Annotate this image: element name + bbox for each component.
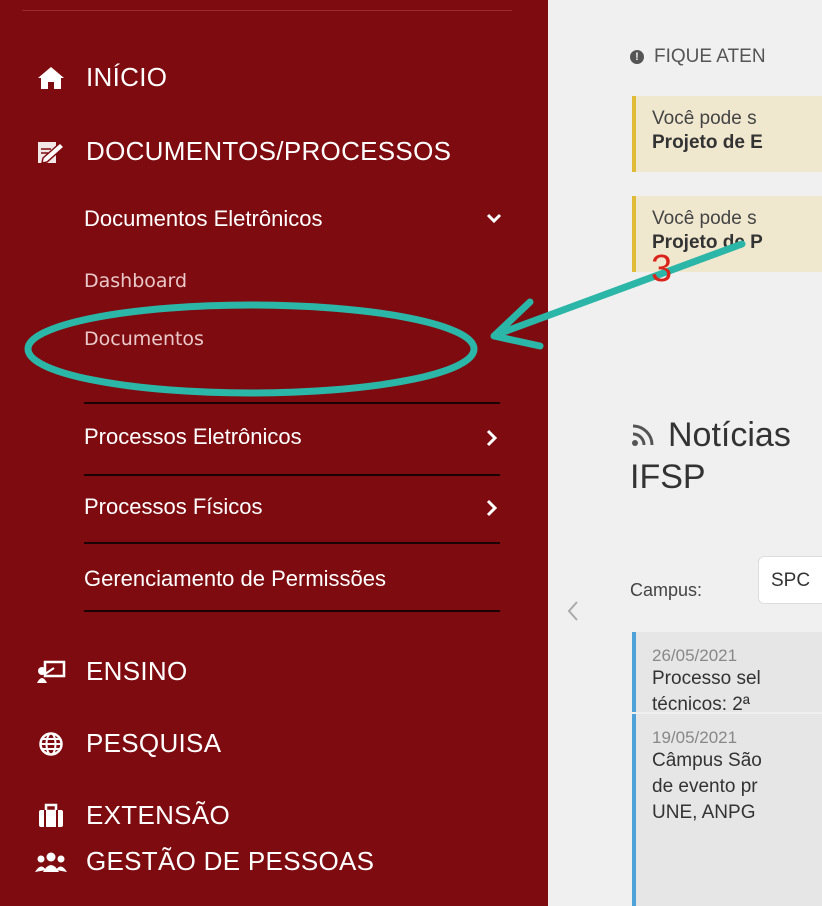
submenu-divider xyxy=(84,474,500,476)
briefcase-icon xyxy=(34,802,68,830)
alert-box: Você pode s Projeto de E xyxy=(632,96,822,172)
sidebar: INÍCIO DOCUMENTOS/PROCESSOS Documentos E… xyxy=(0,0,548,906)
menu-item-label: ENSINO xyxy=(86,656,188,686)
teacher-board-icon xyxy=(34,658,68,686)
news-text: de evento pr xyxy=(652,776,758,797)
collapse-sidebar-icon[interactable] xyxy=(564,598,582,624)
attention-heading: ! FIQUE ATEN xyxy=(630,46,766,68)
documents-edit-icon xyxy=(34,138,68,166)
home-icon xyxy=(34,64,68,92)
news-item[interactable]: 26/05/2021 Processo sel técnicos: 2ª xyxy=(632,632,822,715)
submenu-processos-eletronicos[interactable]: Processos Eletrônicos xyxy=(84,424,302,450)
menu-item-label: DOCUMENTOS/PROCESSOS xyxy=(86,136,452,166)
submenu-divider xyxy=(84,542,500,544)
news-title-line1: Notícias xyxy=(668,416,791,454)
campus-select[interactable]: SPC xyxy=(758,556,822,604)
news-title: Notícias IFSP xyxy=(630,414,791,498)
submenu-processos-fisicos[interactable]: Processos Físicos xyxy=(84,494,263,520)
info-icon: ! xyxy=(630,50,644,64)
campus-label: Campus: xyxy=(630,580,703,600)
menu-item-pesquisa[interactable]: PESQUISA xyxy=(34,728,221,759)
attention-text: FIQUE ATEN xyxy=(654,46,766,67)
alert-link[interactable]: Projeto de E xyxy=(652,132,822,154)
alert-text: Você pode s xyxy=(652,108,757,129)
annotation-number: 3 xyxy=(651,248,673,290)
submenu-documentos[interactable]: Documentos xyxy=(84,328,204,350)
sidebar-top-divider xyxy=(22,10,512,11)
menu-item-gestao-pessoas[interactable]: GESTÃO DE PESSOAS xyxy=(34,846,374,877)
submenu-gerenciamento-permissoes[interactable]: Gerenciamento de Permissões xyxy=(84,566,386,592)
chevron-right-icon[interactable] xyxy=(484,428,500,448)
submenu-divider xyxy=(84,610,500,612)
menu-item-label: GESTÃO DE PESSOAS xyxy=(86,846,375,876)
submenu-dashboard[interactable]: Dashboard xyxy=(84,270,187,292)
rss-icon xyxy=(632,424,654,446)
menu-item-inicio[interactable]: INÍCIO xyxy=(34,62,167,93)
alert-text: Você pode s xyxy=(652,208,757,229)
menu-item-ensino[interactable]: ENSINO xyxy=(34,656,187,687)
news-item[interactable]: 19/05/2021 Câmpus São de evento pr UNE, … xyxy=(632,714,822,906)
menu-item-label: EXTENSÃO xyxy=(86,800,230,830)
main-content: ! FIQUE ATEN Você pode s Projeto de E Vo… xyxy=(548,0,822,906)
alert-link[interactable]: Projeto de P xyxy=(652,232,822,254)
news-text: UNE, ANPG xyxy=(652,802,756,823)
menu-item-extensao[interactable]: EXTENSÃO xyxy=(34,800,230,831)
menu-item-documentos-processos[interactable]: DOCUMENTOS/PROCESSOS xyxy=(34,136,451,167)
submenu-documentos-eletronicos[interactable]: Documentos Eletrônicos xyxy=(84,206,322,232)
chevron-down-icon[interactable] xyxy=(484,212,504,226)
news-title-line2: IFSP xyxy=(630,458,706,496)
news-text: Câmpus São xyxy=(652,750,762,771)
menu-item-label: PESQUISA xyxy=(86,728,222,758)
menu-item-label: INÍCIO xyxy=(86,62,168,92)
users-icon xyxy=(34,848,68,876)
chevron-right-icon[interactable] xyxy=(484,498,500,518)
globe-icon xyxy=(34,730,68,758)
submenu-divider xyxy=(84,402,500,404)
news-date: 19/05/2021 xyxy=(652,728,738,747)
news-text: Processo sel xyxy=(652,668,761,689)
news-date: 26/05/2021 xyxy=(652,646,738,665)
